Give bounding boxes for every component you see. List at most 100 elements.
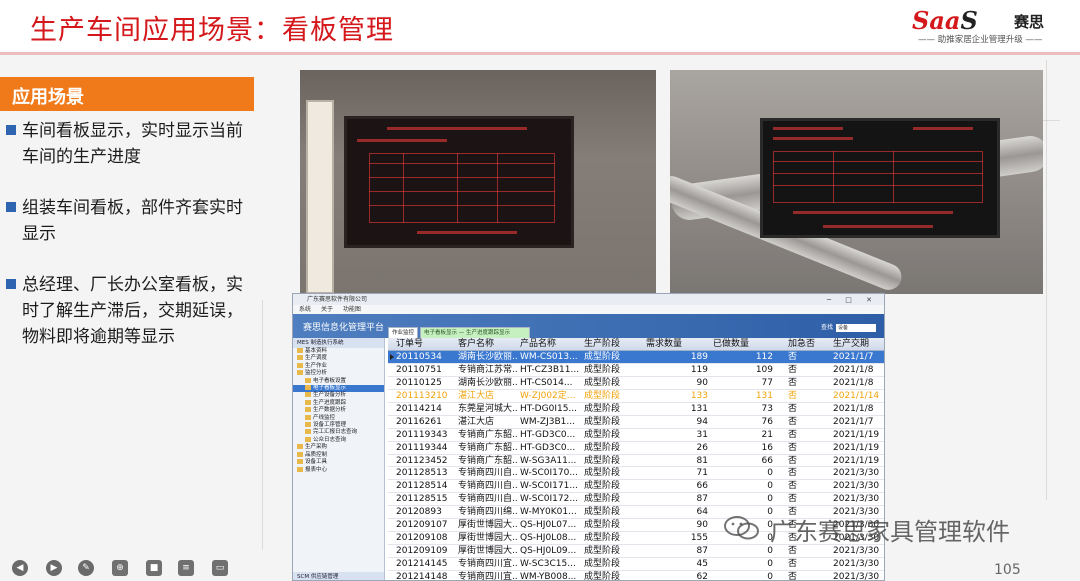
table-cell: 76 [761,416,773,427]
table-cell: 0 [767,481,773,492]
table-cell: 专销商四川绵... [458,507,518,518]
page-title: 生产车间应用场景：看板管理 [30,15,394,46]
table-row[interactable]: 201214148 专销商四川宜... WM-YB008... 成型阶段 62 0 否 202… [388,571,884,581]
table-cell: 湖南长沙欧丽... [458,352,518,362]
table-cell: 厚街世博园大... [458,533,518,544]
page-number: 105 [994,562,1021,578]
table-row[interactable]: 20110751 专销商江苏常... HT-CZ3B11... 成型阶段 119 109 否… [388,364,884,377]
tree-item-label: 电子看板设置 [313,377,347,384]
tree-item-label: 生产进度跟踪 [313,399,347,406]
table-row[interactable]: 201119343 专销商广东韶... HT-GD3C0... 成型阶段 31 21 否 20… [388,429,884,442]
table-cell: 31 [696,429,708,440]
search-box: 查找 设备 [821,322,876,332]
tree-footer[interactable]: SCM 供应链管理 [293,572,384,580]
table-cell: HT-CZ3B11... [520,364,580,375]
tree-item[interactable]: 生产调度 [293,355,384,362]
table-row[interactable]: 20114214 东莞星河城大... HT-DG0I15... 成型阶段 131 73 否 2… [388,403,884,416]
bullet-square-icon [6,202,16,212]
tree-item[interactable]: 生产设备分析 [293,392,384,399]
folder-icon [297,370,303,376]
tree-item-label: 完工汇报日志查询 [313,429,358,436]
table-row[interactable]: 201209109 厚街世博园大... QS-HJ0L09... 成型阶段 87 0 否 20… [388,545,884,558]
pen-icon[interactable]: ✎ [78,560,94,576]
table-cell: 189 [690,352,708,362]
prev-icon[interactable]: ◀ [12,560,28,576]
table-cell: 湖南长沙欧丽... [458,377,518,388]
monitor-icon[interactable]: ▭ [212,560,228,576]
folder-icon [297,355,303,361]
menu-item[interactable]: 系统 [299,306,311,313]
table-cell: 87 [696,494,708,505]
window-title: 广东赛思软件有限公司 [307,296,368,303]
folder-icon [297,362,303,368]
tab-job-monitor[interactable]: 作业监控 [388,327,418,338]
column-header[interactable]: 生产交期 [833,338,881,351]
table-row[interactable]: 201214145 专销商四川宜... W-SC3C15... 成型阶段 45 0 否 202… [388,558,884,571]
led-board-2 [760,118,1000,238]
table-cell: W-MY0K01... [520,507,577,518]
table-cell: 否 [788,352,798,362]
table-cell: 66 [696,481,708,492]
table-cell: 66 [761,455,773,466]
column-header[interactable]: 需求数量 [646,338,708,351]
table-row[interactable]: 201128513 专销商四川自... W-SC0I170... 成型阶段 71 0 否 20… [388,467,884,481]
tree-item[interactable]: 监控分析 [293,370,384,377]
table-cell: 2021/3/30 [833,571,880,581]
table-cell: 201214148 [396,571,448,581]
zoom-icon[interactable]: ⊕ [112,560,128,576]
table-row[interactable]: 201128515 专销商四川自... W-SC0I172... 成型阶段 87 0 否 20… [388,493,884,507]
table-cell: 成型阶段 [584,533,621,544]
search-input[interactable]: 设备 [836,323,876,332]
table-row[interactable]: 201128514 专销商四川自... W-SC0I171... 成型阶段 66 0 否 20… [388,480,884,494]
column-header[interactable]: 产品名称 [520,338,582,351]
table-cell: 112 [755,352,773,362]
column-header[interactable]: 客户名称 [458,338,518,351]
tree-item[interactable]: 生产采购 [293,444,384,451]
tree-item[interactable]: 完工汇报日志查询 [293,429,384,436]
app-banner: 赛思信息化管理平台 查找 设备 [293,314,884,338]
table-row[interactable]: 201123452 专销商广东韶... W-SG3A11... 成型阶段 81 66 否 20… [388,455,884,468]
table-cell: 2021/3/30 [833,494,880,505]
folder-icon [305,377,311,383]
column-header[interactable]: 已做数量 [713,338,773,351]
table-cell: W-ZJ002定... [520,390,576,401]
menu-item[interactable]: 关于 [321,306,333,313]
table-row[interactable]: 20110125 湖南长沙欧丽... HT-CS014... 成型阶段 90 77 否 202… [388,377,884,390]
menu-item[interactable]: 功能图 [343,306,361,313]
tree-item[interactable]: 产线监控 [293,414,384,422]
table-cell: 否 [788,429,798,440]
table-cell: 专销商广东韶... [458,455,518,466]
table-cell: 2021/1/8 [833,364,874,375]
tree-item[interactable]: 电子看板设置 [293,377,384,385]
window-titlebar: 广东赛思软件有限公司 ─ □ ✕ [293,294,884,305]
column-header[interactable]: 生产阶段 [584,338,644,351]
camera-icon[interactable]: ■ [146,560,162,576]
table-row[interactable]: 20110534 湖南长沙欧丽... WM-CS013... 成型阶段 189 112 否 2… [388,351,884,364]
brand-logo: SaaS 赛思 —— 助推家居企业管理升级 —— [912,6,1052,46]
table-cell: 109 [755,364,773,375]
table-cell: 专销商四川自... [458,468,518,479]
tree-item[interactable]: 设备工具 [293,459,384,466]
table-cell: 131 [755,390,773,401]
next-icon[interactable]: ▶ [46,560,62,576]
table-cell: 81 [696,455,708,466]
tree-item[interactable]: 品质控制 [293,451,384,459]
column-header[interactable]: 订单号 [396,338,456,351]
table-cell: 20110125 [396,377,442,388]
table-row[interactable]: 201119344 专销商广东韶... HT-GD3C0... 成型阶段 26 16 否 20… [388,442,884,455]
table-cell: 90 [696,520,708,531]
column-header[interactable]: 加急否 [788,338,828,351]
folder-icon [305,399,311,405]
tree-item[interactable]: 生产数据分析 [293,407,384,414]
subtitle-icon[interactable]: ≡ [178,560,194,576]
table-row[interactable]: 20116261 湛江大店 WM-ZJ3B1... 成型阶段 94 76 否 2021/1/7 [388,416,884,429]
table-cell: 2021/1/19 [833,429,880,440]
tree-item[interactable]: 报表中心 [293,466,384,474]
tab-board-display[interactable]: 电子看板显示 — 生产进度跟踪显示 [420,327,530,338]
table-cell: 湛江大店 [458,390,495,401]
table-cell: 专销商广东韶... [458,442,518,453]
table-row[interactable]: 201113210 湛江大店 W-ZJ002定... 成型阶段 133 131 否 2021/… [388,390,884,403]
table-cell: 否 [788,481,798,492]
table-cell: 131 [690,403,708,414]
table-cell: 成型阶段 [584,481,621,492]
